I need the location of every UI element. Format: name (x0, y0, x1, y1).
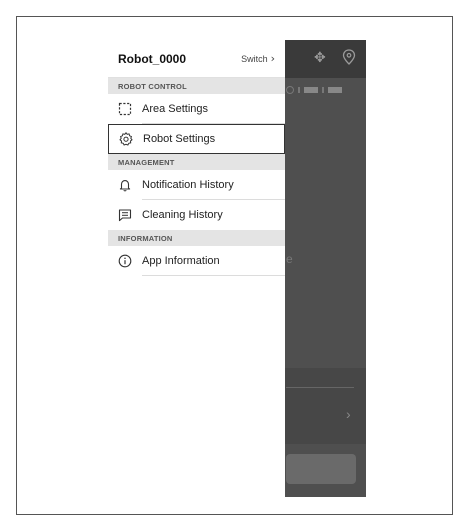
status-indicators (286, 84, 342, 96)
clock-icon (286, 86, 294, 94)
menu-item-app-information[interactable]: App Information (108, 246, 285, 276)
menu-item-label: Cleaning History (142, 209, 223, 221)
drawer-header: Robot_0000 Switch › (108, 40, 285, 78)
menu-item-label: Notification History (142, 179, 234, 191)
info-icon (117, 253, 133, 269)
section-information: INFORMATION (108, 230, 285, 246)
menu-item-notification-history[interactable]: Notification History (108, 170, 285, 200)
menu-item-label: Area Settings (142, 103, 209, 115)
background-partial-text: e (286, 252, 293, 266)
section-management: MANAGEMENT (108, 154, 285, 170)
move-icon[interactable]: ✥ (314, 50, 326, 66)
panel-divider (286, 387, 354, 388)
signal-icon (328, 87, 342, 93)
chevron-right-icon[interactable]: › (346, 406, 351, 422)
menu-item-area-settings[interactable]: Area Settings (108, 94, 285, 124)
phone-screen: ✥ e › Robot_0000 Switch › ROBOT CONTROL … (108, 40, 366, 497)
switch-robot-button[interactable]: Switch › (241, 52, 275, 65)
start-button[interactable] (286, 454, 356, 484)
menu-item-cleaning-history[interactable]: Cleaning History (108, 200, 285, 230)
switch-label: Switch (241, 53, 268, 64)
battery-icon (304, 87, 318, 93)
menu-item-robot-settings[interactable]: Robot Settings (108, 124, 285, 154)
location-pin-icon[interactable] (342, 49, 356, 69)
menu-item-label: App Information (142, 255, 220, 267)
menu-item-label: Robot Settings (143, 133, 216, 145)
chevron-right-icon: › (270, 52, 275, 65)
gear-icon (118, 131, 134, 147)
robot-name: Robot_0000 (118, 51, 187, 66)
section-robot-control: ROBOT CONTROL (108, 78, 285, 94)
area-icon (117, 101, 133, 117)
document-icon (117, 207, 133, 223)
bell-icon (117, 177, 133, 193)
navigation-drawer: Robot_0000 Switch › ROBOT CONTROL Area S… (108, 40, 285, 497)
